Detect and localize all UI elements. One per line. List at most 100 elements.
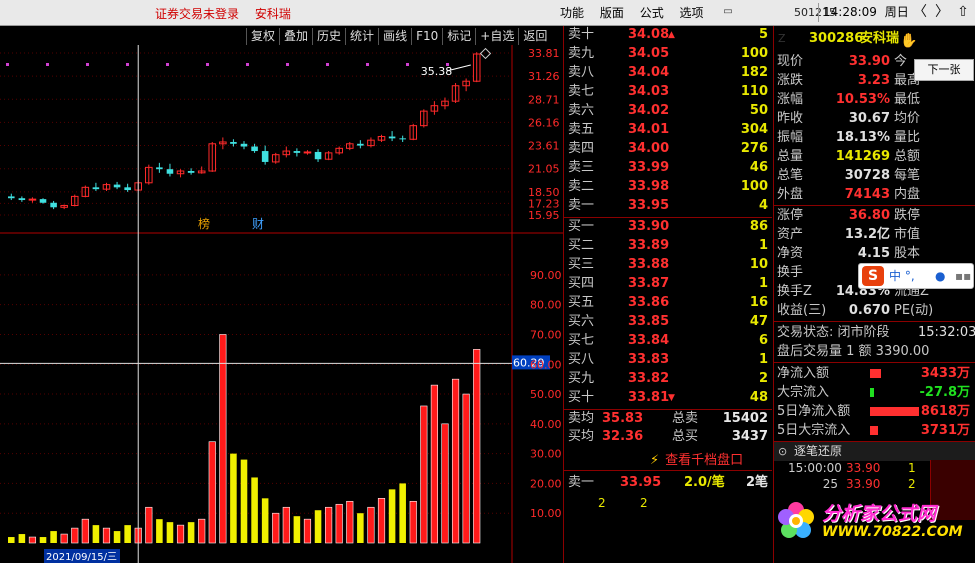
marker-dot	[86, 63, 89, 66]
level-arrow-icon: ▲	[668, 30, 675, 40]
ime-more-icon: ▪▪	[955, 269, 972, 283]
level-label: 买一	[568, 219, 595, 234]
bids-level-4[interactable]: 买四 33.87 1	[564, 275, 772, 293]
tool-history[interactable]: 历史	[312, 28, 345, 45]
flow-bar	[870, 407, 919, 416]
tool-add-watchlist[interactable]: +自选	[475, 28, 518, 45]
level-label: 买七	[568, 333, 595, 348]
candle-body	[261, 151, 269, 162]
quote-key: 涨停	[777, 208, 804, 223]
bids-level-6[interactable]: 买六 33.85 47	[564, 313, 772, 331]
order-book: 卖十 34.08 ▲ 5 卖九 34.05 100 卖八 34.04 182 卖七 34.03 110 卖…	[563, 26, 773, 563]
tool-overlay[interactable]: 叠加	[279, 28, 312, 45]
volume-bar	[156, 519, 163, 543]
menu-formula[interactable]: 公式	[640, 4, 664, 21]
price-tick-label: 21.05	[528, 163, 560, 176]
level-price: 33.87	[628, 276, 670, 291]
menu-layout[interactable]: 版面	[600, 4, 624, 21]
tool-stats[interactable]: 统计	[345, 28, 378, 45]
quote-row: 振幅 18.13% 量比	[774, 128, 975, 147]
tick-panel-header[interactable]: ⊙ 逐笔还原	[774, 442, 975, 461]
marker-dot	[326, 63, 329, 66]
flow-divider	[774, 362, 975, 363]
volume-bar	[325, 506, 333, 544]
quote-value: 10.53%	[835, 92, 890, 107]
asks-level-9[interactable]: 卖二 33.98 100	[564, 178, 772, 196]
tool-f10[interactable]: F10	[411, 28, 442, 45]
bids-level-5[interactable]: 买五 33.86 16	[564, 294, 772, 312]
asks-level-4[interactable]: 卖七 34.03 110	[564, 83, 772, 101]
level-volume: 47	[749, 314, 768, 329]
mic-icon: ●	[935, 269, 946, 283]
quote-info-panel: 300286 安科瑞 Z 现价 33.90 今涨跌 3.23 最高 涨幅 10.53% 最低昨…	[773, 26, 975, 563]
marker-dot	[246, 63, 249, 66]
quote-key-2: 股本	[894, 246, 921, 261]
asks-level-2[interactable]: 卖九 34.05 100	[564, 45, 772, 63]
bids-level-3[interactable]: 买三 33.88 10	[564, 256, 772, 274]
quote-value: 30.67	[848, 111, 890, 126]
volume-bar	[176, 524, 185, 544]
bids-level-9[interactable]: 买九 33.82 2	[564, 370, 772, 388]
menu-function[interactable]: 功能	[560, 4, 584, 21]
after-hours: 盘后交易量 1 额 3390.00	[777, 344, 930, 359]
next-sheet-button[interactable]: 下一张	[914, 59, 974, 81]
nav-forward-icon[interactable]: 〉	[933, 4, 951, 22]
quote-value: 18.13%	[835, 130, 890, 145]
level-price: 33.84	[628, 333, 670, 348]
tool-mark[interactable]: 标记	[442, 28, 475, 45]
bids-level-1[interactable]: 买一 33.90 86	[564, 218, 772, 236]
asks-level-8[interactable]: 卖三 33.99 46	[564, 159, 772, 177]
price-tick-label: 28.71	[528, 93, 560, 106]
nav-back-icon[interactable]: 〈	[911, 4, 929, 22]
stock-terminal-window: 证券交易未登录 安科瑞 功能 版面 公式 选项 ▭ 50 1 2 1 5 14:28:0…	[0, 0, 975, 563]
volume-bar	[462, 393, 470, 544]
asks-level-1[interactable]: 卖十 34.08 ▲ 5	[564, 26, 772, 44]
quote-row: 收益(三) 0.670 PE(动)	[774, 301, 975, 320]
volume-bar	[367, 506, 375, 544]
level-arrow-icon: ▼	[668, 393, 675, 403]
asks-level-7[interactable]: 卖四 34.00 276	[564, 140, 772, 158]
tick-price: 33.90	[846, 477, 881, 491]
login-status[interactable]: 证券交易未登录	[155, 7, 239, 21]
level-price: 33.86	[628, 295, 670, 310]
stock-prefix: Z	[778, 32, 786, 45]
next-sheet-label: 下一张	[927, 63, 961, 76]
detail-a: 2	[598, 496, 606, 510]
quote-key: 换手	[777, 265, 804, 280]
tool-draw[interactable]: 画线	[378, 28, 411, 45]
asks-level-3[interactable]: 卖八 34.04 182	[564, 64, 772, 82]
menu-options[interactable]: 选项	[680, 4, 704, 21]
volume-bar	[113, 531, 121, 543]
level-price: 33.90	[628, 219, 670, 234]
kline-chart[interactable]: 35.38榜 财2021/09/15/三60.2933.8131.2628.712…	[0, 45, 563, 563]
bids-level-8[interactable]: 买八 33.83 1	[564, 351, 772, 369]
summary-label-2: 总卖	[672, 411, 699, 426]
trade-status-row: 交易状态: 闭市阶段 15:32:03	[774, 323, 975, 342]
summary-label: 买均	[568, 429, 595, 444]
detail-label: 卖一	[568, 475, 595, 490]
sell-summary: 卖均 35.83 总卖 15402	[564, 410, 772, 428]
tool-return[interactable]: 返回	[518, 28, 551, 45]
nav-up-icon[interactable]: ⇧	[954, 4, 972, 22]
volume-bar	[272, 512, 280, 544]
quote-value: 141269	[835, 149, 890, 164]
quote-key: 昨收	[777, 111, 804, 126]
flow-value: 8618万	[920, 404, 970, 419]
bids-level-7[interactable]: 买七 33.84 6	[564, 332, 772, 350]
dropdown-icon[interactable]: ▭	[718, 6, 738, 18]
asks-level-5[interactable]: 卖六 34.02 50	[564, 102, 772, 120]
tool-fuquan[interactable]: 复权	[246, 28, 279, 45]
detail-sub-row: 22	[564, 494, 772, 512]
asks-level-10[interactable]: 卖一 33.95 4	[564, 197, 772, 215]
bids-level-10[interactable]: 买十 33.81 ▼ 48	[564, 389, 772, 407]
logo-text: 分析家公式网	[822, 503, 937, 525]
detail-b: 2	[640, 496, 648, 510]
collapse-icon[interactable]: ⊙	[778, 442, 787, 461]
bids-level-2[interactable]: 买二 33.89 1	[564, 237, 772, 255]
asks-level-6[interactable]: 卖五 34.01 304	[564, 121, 772, 139]
quote-key: 涨跌	[777, 73, 804, 88]
ten-level-link[interactable]: ⚡ 查看千档盘口	[650, 449, 743, 468]
candle-body	[314, 151, 322, 160]
volume-tick-label: 50.00	[530, 388, 562, 401]
ime-toolbar[interactable]: S 中 °, ● ▪▪	[858, 263, 974, 289]
